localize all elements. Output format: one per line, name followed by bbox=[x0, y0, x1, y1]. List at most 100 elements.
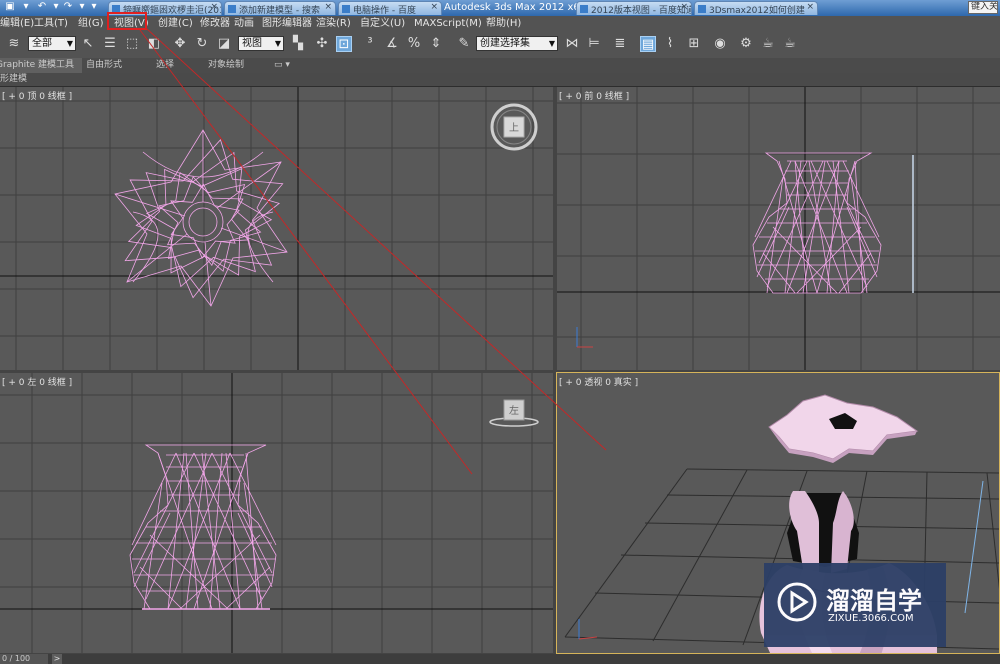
browser-tab[interactable]: 电脑操作 - 百度 × bbox=[338, 1, 442, 15]
tab-favicon-icon bbox=[342, 5, 350, 13]
tab-close-icon[interactable]: × bbox=[324, 2, 332, 12]
viewport-left-label[interactable]: [ + 0 左 0 线框 ] bbox=[2, 375, 72, 388]
tab-favicon-icon bbox=[228, 5, 236, 13]
browser-tab[interactable]: 2012版本视图 - 百度知道 × bbox=[576, 1, 692, 15]
camera-line bbox=[964, 480, 984, 614]
viewport-top-label[interactable]: [ + 0 顶 0 线框 ] bbox=[2, 89, 72, 102]
render-setup-icon[interactable]: ⚙ bbox=[738, 36, 754, 52]
tab-close-icon[interactable]: × bbox=[806, 2, 814, 12]
menu-maxscript[interactable]: MAXScript(M) bbox=[414, 17, 482, 31]
menu-tools[interactable]: 工具(T) bbox=[34, 17, 68, 31]
align-icon[interactable]: ⊨ bbox=[586, 36, 602, 52]
time-slider-next-button[interactable]: > bbox=[52, 654, 62, 664]
search-input[interactable]: 键入关 bbox=[968, 1, 998, 14]
link-icon[interactable]: ≋ bbox=[6, 36, 22, 52]
menu-animation[interactable]: 动画 bbox=[234, 17, 254, 31]
rendered-frame-icon[interactable]: ☕ bbox=[760, 36, 776, 52]
scale-icon[interactable]: ◪ bbox=[216, 36, 232, 52]
watermark-url: ZIXUE.3066.COM bbox=[828, 613, 914, 624]
angle-snap-icon[interactable]: ∡ bbox=[384, 36, 400, 52]
viewport-front[interactable]: [ + 0 前 0 线框 ] bbox=[557, 87, 1000, 370]
schematic-view-icon[interactable]: ⊞ bbox=[686, 36, 702, 52]
tab-favicon-icon bbox=[580, 5, 588, 13]
tab-close-icon[interactable]: × bbox=[680, 2, 688, 12]
edit-named-selection-icon[interactable]: ✎ bbox=[456, 36, 472, 52]
mirror-icon[interactable]: ⋈ bbox=[564, 36, 580, 52]
ribbon-panel-strip: 多边形建模 bbox=[0, 73, 1000, 87]
tab-object-paint[interactable]: 对象绘制 bbox=[208, 58, 244, 73]
tab-close-icon[interactable]: × bbox=[430, 2, 438, 12]
time-slider[interactable]: 0 / 100 bbox=[0, 654, 48, 664]
viewport-top-canvas bbox=[0, 87, 553, 370]
move-icon[interactable]: ✥ bbox=[172, 36, 188, 52]
tab-freeform[interactable]: 自由形式 bbox=[86, 58, 122, 73]
chevron-down-icon: ▼ bbox=[274, 39, 281, 48]
viewport-front-canvas bbox=[557, 87, 1000, 370]
graphite-toggle-icon[interactable]: ▤ bbox=[640, 36, 656, 52]
axis-gizmo bbox=[578, 619, 598, 640]
viewcube-left-face: 左 bbox=[509, 404, 519, 417]
viewcube-top-icon[interactable]: 上 bbox=[490, 103, 538, 151]
rotate-icon[interactable]: ↻ bbox=[194, 36, 210, 52]
percent-snap-icon[interactable]: % bbox=[406, 36, 422, 52]
graphite-ribbon: Graphite 建模工具 自由形式 选择 对象绘制 ▭ ▾ bbox=[0, 58, 1000, 74]
tab-close-icon[interactable]: × bbox=[210, 2, 218, 12]
spinner-snap-icon[interactable]: ⇕ bbox=[428, 36, 444, 52]
redo-dropdown-icon[interactable]: ▾ bbox=[76, 1, 88, 13]
snaps-toggle-icon[interactable]: ³ bbox=[362, 36, 378, 52]
select-object-icon[interactable]: ↖ bbox=[80, 36, 96, 52]
save-dropdown-icon[interactable]: ▾ bbox=[20, 1, 32, 13]
tab-selection[interactable]: 选择 bbox=[156, 58, 174, 73]
menu-rendering[interactable]: 渲染(R) bbox=[316, 17, 351, 31]
named-selection-dropdown[interactable]: 创建选择集 ▼ bbox=[476, 36, 558, 51]
pivot-center-icon[interactable]: ▚ bbox=[290, 36, 306, 52]
viewport-top[interactable]: [ + 0 顶 0 线框 ] bbox=[0, 87, 553, 370]
reference-coordinate-dropdown[interactable]: 视图 ▼ bbox=[238, 36, 284, 51]
app-title: Autodesk 3ds Max 2012 x64 bbox=[444, 2, 587, 13]
vase-wireframe-left bbox=[129, 444, 277, 610]
tab-favicon-icon bbox=[698, 5, 706, 13]
layer-manager-icon[interactable]: ≣ bbox=[612, 36, 628, 52]
menu-edit[interactable]: 编辑(E) bbox=[0, 17, 34, 31]
grid bbox=[557, 87, 1000, 370]
vase-wireframe-front bbox=[752, 152, 882, 294]
menu-modifiers[interactable]: 修改器 bbox=[200, 17, 230, 31]
curve-editor-icon[interactable]: ⌇ bbox=[662, 36, 678, 52]
browser-tab[interactable]: 添加新建模型 - 搜索 × bbox=[224, 1, 336, 15]
menu-group[interactable]: 组(G) bbox=[78, 17, 104, 31]
views-menu-highlight-box bbox=[107, 12, 147, 30]
watermark-title: 溜溜自学 bbox=[826, 587, 922, 615]
menu-create[interactable]: 创建(C) bbox=[158, 17, 193, 31]
ribbon-panel-label: 多边形建模 bbox=[0, 74, 28, 84]
select-manipulate-icon[interactable]: ✣ bbox=[314, 36, 330, 52]
redo-icon[interactable]: ↷ bbox=[62, 1, 74, 13]
save-icon[interactable]: ▣ bbox=[4, 1, 16, 13]
undo-icon[interactable]: ↶ bbox=[36, 1, 48, 13]
select-by-name-icon[interactable]: ☰ bbox=[102, 36, 118, 52]
rectangular-selection-icon[interactable]: ⬚ bbox=[124, 36, 140, 52]
viewport-left-canvas bbox=[0, 373, 553, 653]
viewcube-left-icon[interactable]: 左 bbox=[488, 398, 540, 428]
ribbon-options-icon[interactable]: ▭ ▾ bbox=[274, 58, 290, 73]
menu-bar: 编辑(E) 工具(T) 组(G) 视图(V) 创建(C) 修改器 动画 图形编辑… bbox=[0, 16, 1000, 33]
keyboard-shortcut-toggle-icon[interactable]: ⊡ bbox=[336, 36, 352, 52]
chevron-down-icon: ▼ bbox=[548, 39, 555, 48]
menu-help[interactable]: 帮助(H) bbox=[486, 17, 521, 31]
viewport-front-label[interactable]: [ + 0 前 0 线框 ] bbox=[559, 89, 629, 102]
undo-dropdown-icon[interactable]: ▾ bbox=[50, 1, 62, 13]
viewport-left[interactable]: [ + 0 左 0 线框 ] bbox=[0, 373, 553, 653]
menu-customize[interactable]: 自定义(U) bbox=[360, 17, 405, 31]
browser-tab[interactable]: 3Dsmax2012如何创建 × bbox=[694, 1, 818, 15]
play-logo-icon bbox=[777, 582, 817, 622]
menu-graph-editors[interactable]: 图形编辑器 bbox=[262, 17, 312, 31]
tab-graphite-modeling[interactable]: Graphite 建模工具 bbox=[0, 58, 83, 73]
status-bar: 0 / 100 > bbox=[0, 654, 1000, 664]
vase-wireframe-top bbox=[114, 129, 288, 307]
selection-filter-dropdown[interactable]: 全部 ▼ bbox=[28, 36, 76, 51]
viewport-perspective-label[interactable]: [ + 0 透视 0 真实 ] bbox=[559, 375, 638, 388]
material-editor-icon[interactable]: ◉ bbox=[712, 36, 728, 52]
window-crossing-icon[interactable]: ◧ bbox=[146, 36, 162, 52]
quick-access-menu-icon[interactable]: ▾ bbox=[88, 1, 100, 13]
grid bbox=[0, 373, 553, 653]
render-production-icon[interactable]: ☕ bbox=[782, 36, 798, 52]
